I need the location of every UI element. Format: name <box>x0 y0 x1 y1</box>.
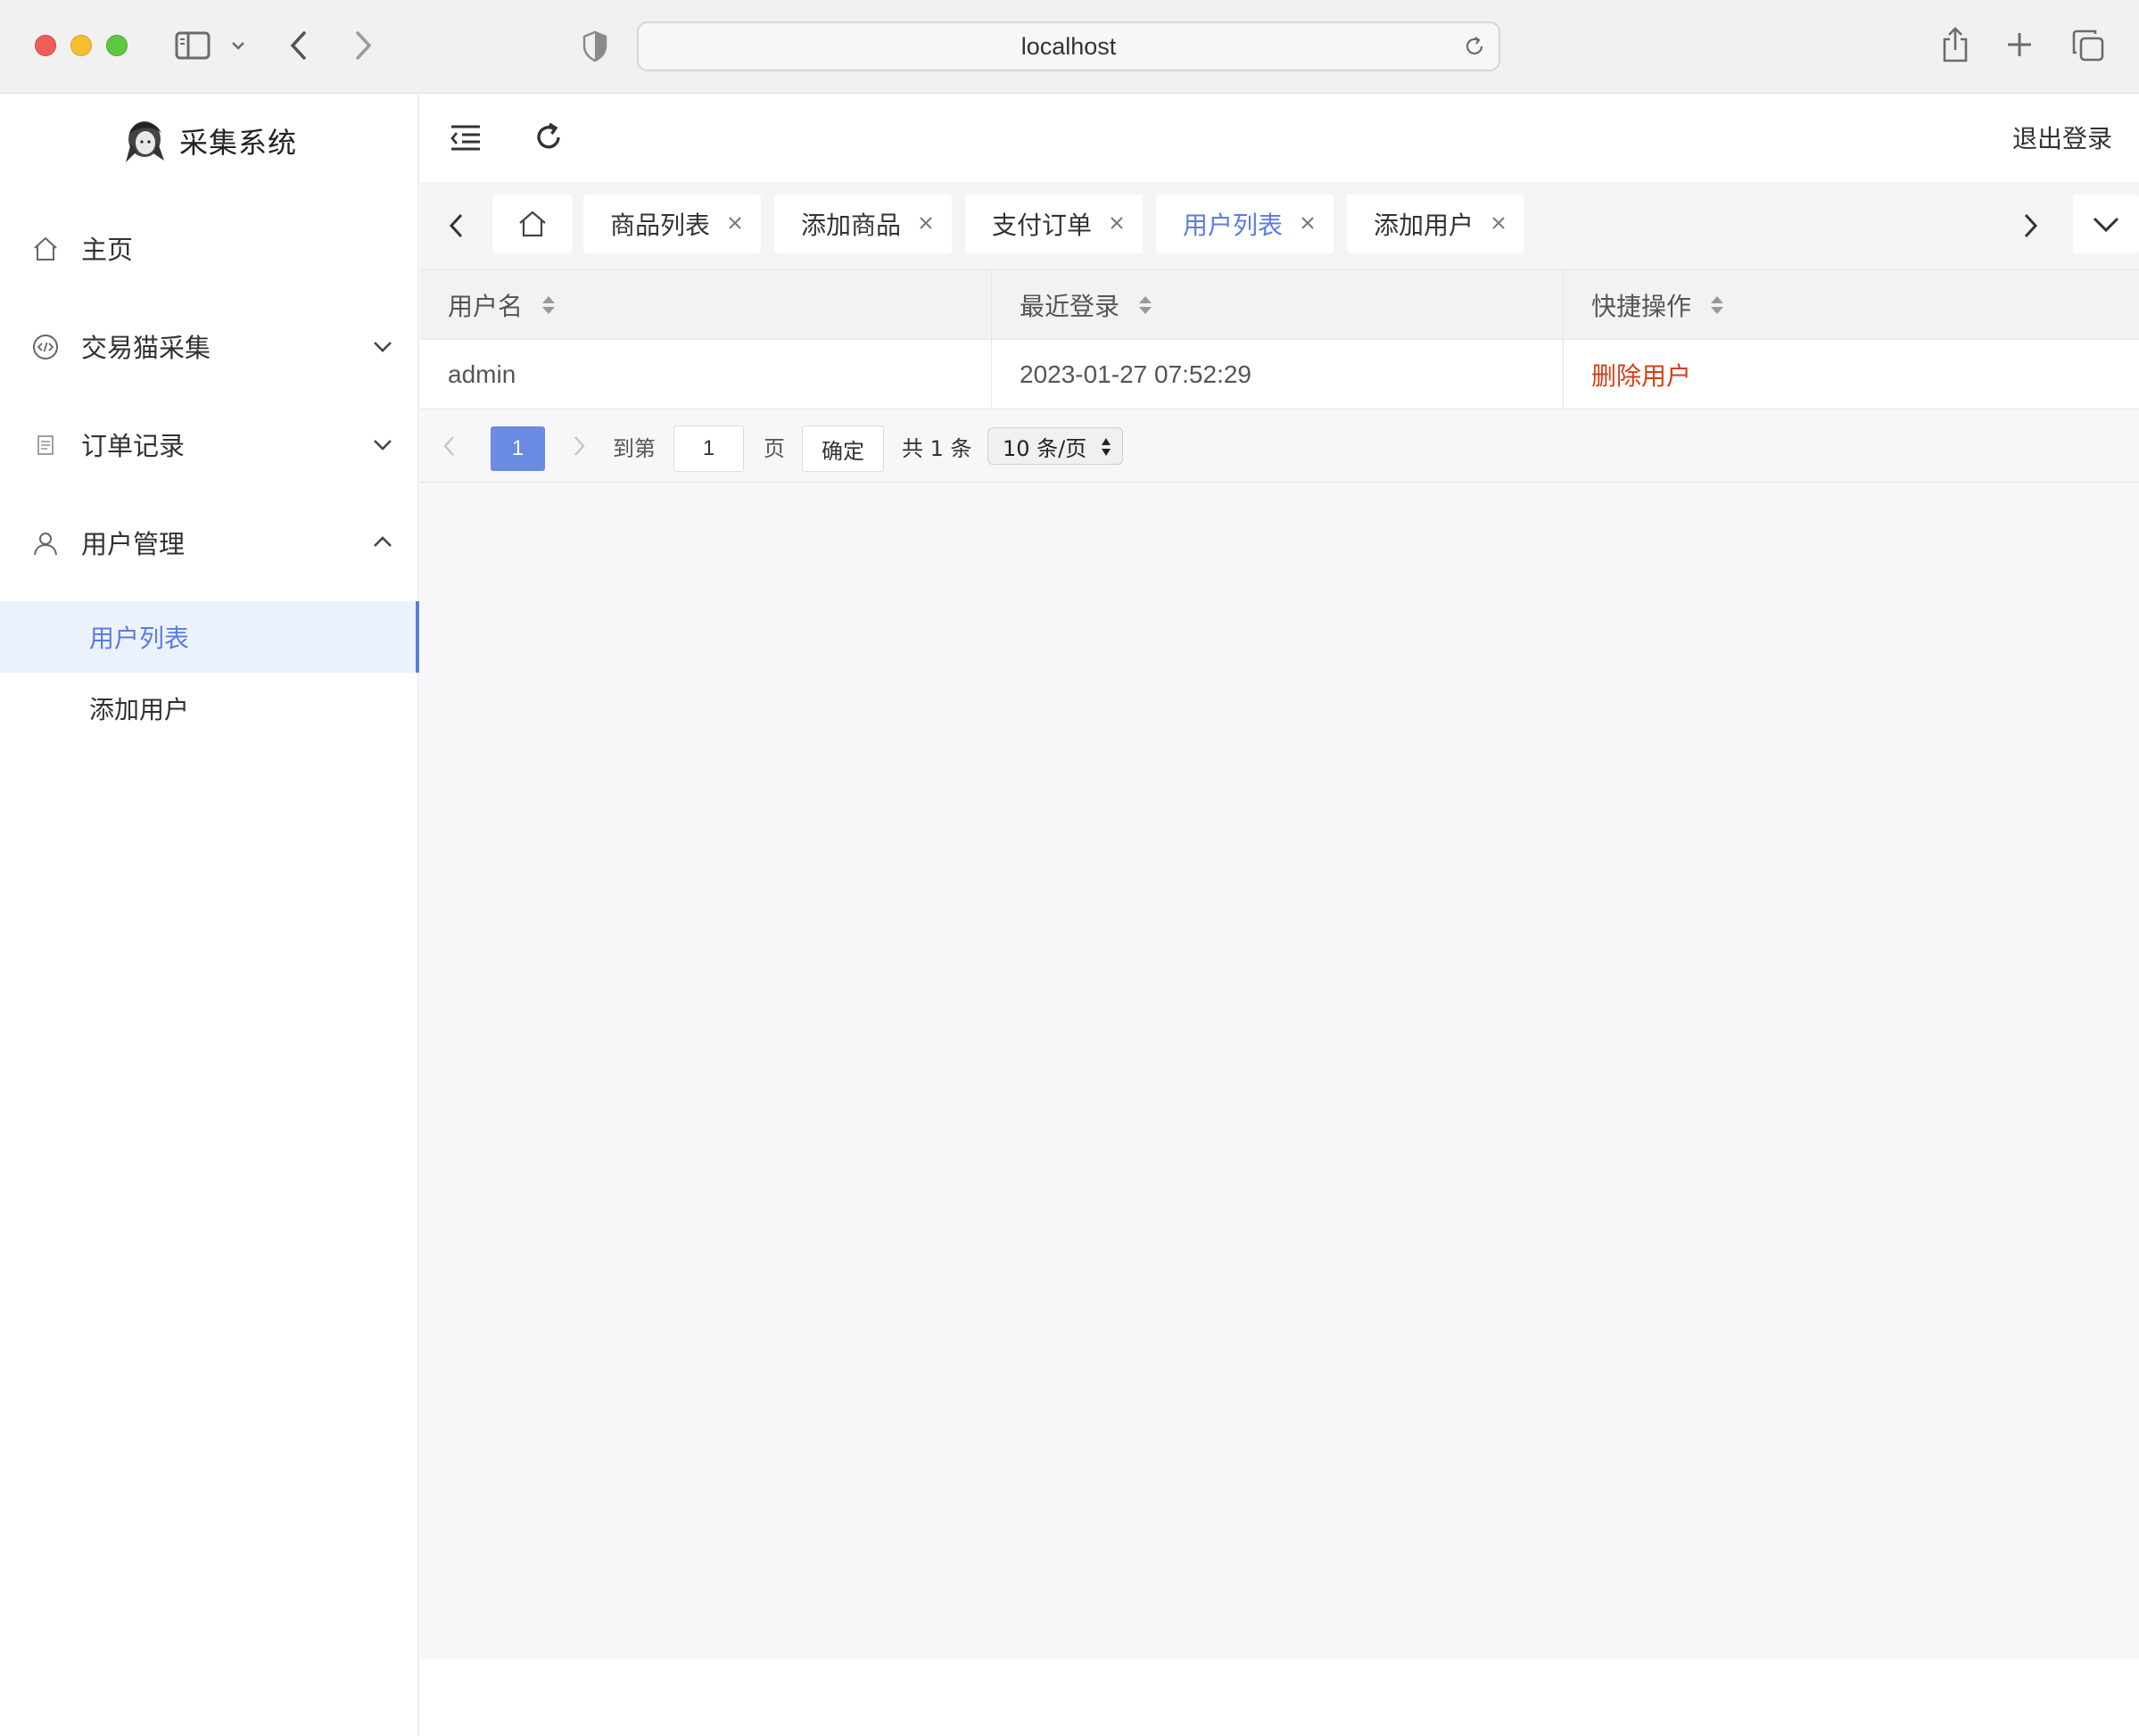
next-page-icon[interactable] <box>567 433 590 459</box>
close-window-button[interactable] <box>35 35 56 56</box>
address-bar[interactable]: localhost <box>637 21 1500 71</box>
close-icon[interactable] <box>727 215 743 231</box>
tab-label: 添加商品 <box>801 211 902 240</box>
logout-link[interactable]: 退出登录 <box>2012 120 2112 155</box>
prev-page-icon[interactable] <box>438 433 461 459</box>
cell-actions: 删除用户 <box>1564 340 2139 409</box>
column-header-label: 用户名 <box>448 291 524 321</box>
goto-page-input[interactable] <box>673 426 744 472</box>
document-icon <box>37 435 54 455</box>
close-icon[interactable] <box>1491 215 1507 231</box>
close-icon[interactable] <box>918 215 934 231</box>
close-icon[interactable] <box>1109 215 1125 231</box>
page-size-value: 10 条/页 <box>1003 435 1087 461</box>
top-header: 退出登录 <box>420 95 2139 182</box>
brand-title: 采集系统 <box>178 126 297 160</box>
user-table: 用户名 最近登录 快捷操作 admin 2023-01-27 07:52:29 … <box>420 269 2139 409</box>
tab-payment-orders[interactable]: 支付订单 <box>965 194 1143 253</box>
chevron-down-icon <box>374 342 392 352</box>
tab-home[interactable] <box>492 194 573 253</box>
chevron-up-icon <box>374 536 392 547</box>
back-icon[interactable] <box>285 29 312 62</box>
column-header-username[interactable]: 用户名 <box>420 270 992 339</box>
sort-icon[interactable] <box>1137 293 1153 317</box>
forward-icon[interactable] <box>350 29 376 62</box>
tab-label: 用户列表 <box>1183 211 1284 240</box>
tab-user-list[interactable]: 用户列表 <box>1156 194 1334 253</box>
last-login-value: 2023-01-27 07:52:29 <box>1020 360 1251 388</box>
collapse-menu-icon[interactable] <box>448 120 483 155</box>
page-unit-label: 页 <box>764 436 785 461</box>
share-icon[interactable] <box>1941 25 1970 64</box>
tab-add-user[interactable]: 添加用户 <box>1347 194 1524 253</box>
chevron-down-icon <box>2093 217 2119 233</box>
pagination: 1 到第 页 确定 共 1 条 10 条/页 <box>420 409 2139 483</box>
sidebar-item-user-management[interactable]: 用户管理 <box>0 507 419 578</box>
sidebar-item-add-user[interactable]: 添加用户 <box>0 673 419 744</box>
main-content: 用户名 最近登录 快捷操作 admin 2023-01-27 07:52:29 … <box>420 269 2139 1659</box>
table-header: 用户名 最近登录 快捷操作 <box>420 270 2139 340</box>
sidebar-toggle-icon[interactable] <box>175 30 211 61</box>
sidebar-item-label: 主页 <box>81 235 134 265</box>
close-icon[interactable] <box>1300 215 1316 231</box>
browser-toolbar: localhost <box>0 0 2139 94</box>
zoom-window-button[interactable] <box>106 35 128 56</box>
minimize-window-button[interactable] <box>70 35 92 56</box>
sidebar-subitem-label: 用户列表 <box>89 624 190 653</box>
column-header-last-login[interactable]: 最近登录 <box>992 270 1564 339</box>
sidebar-item-label: 交易猫采集 <box>81 333 211 363</box>
chevron-down-icon <box>374 440 392 451</box>
cell-username: admin <box>420 340 992 409</box>
chevron-down-icon[interactable] <box>230 37 246 54</box>
sidebar-subitem-label: 添加用户 <box>89 695 190 724</box>
brand: 采集系统 <box>0 95 419 187</box>
sidebar-item-label: 用户管理 <box>81 529 186 559</box>
tab-add-product[interactable]: 添加商品 <box>774 194 952 253</box>
code-icon <box>33 335 58 360</box>
tabs-bar: 商品列表 添加商品 支付订单 用户列表 添加用户 <box>420 182 2139 269</box>
sort-icon[interactable] <box>1709 293 1725 317</box>
total-count: 共 1 条 <box>902 436 972 461</box>
sidebar-item-home[interactable]: 主页 <box>0 212 419 284</box>
refresh-icon[interactable] <box>531 120 566 155</box>
home-icon <box>519 211 546 237</box>
select-arrows-icon <box>1102 438 1111 456</box>
avatar-logo-icon <box>125 121 164 162</box>
shield-icon[interactable] <box>582 30 608 62</box>
tabs-dropdown-button[interactable] <box>2073 194 2139 253</box>
footer-strip <box>420 1659 2139 1736</box>
column-header-label: 最近登录 <box>1020 291 1120 321</box>
tabs-scroll-left-icon[interactable] <box>442 207 472 244</box>
sidebar-item-user-list[interactable]: 用户列表 <box>0 601 419 673</box>
tab-label: 添加用户 <box>1374 211 1474 240</box>
reload-page-icon[interactable] <box>1463 35 1486 62</box>
delete-user-link[interactable]: 删除用户 <box>1591 357 1691 393</box>
page-number-current[interactable]: 1 <box>491 426 545 471</box>
table-row: admin 2023-01-27 07:52:29 删除用户 <box>420 340 2139 409</box>
sidebar: 采集系统 主页 交易猫采集 订单记录 用户管理 用户列表 添加用户 <box>0 95 419 1736</box>
address-text: localhost <box>1020 32 1117 60</box>
username-value: admin <box>448 360 516 388</box>
sidebar-item-label: 订单记录 <box>81 431 186 461</box>
new-tab-icon[interactable] <box>2005 30 2034 59</box>
tab-label: 商品列表 <box>610 211 711 240</box>
tab-label: 支付订单 <box>992 211 1093 240</box>
tab-overview-icon[interactable] <box>2071 29 2105 62</box>
goto-label: 到第 <box>613 436 656 461</box>
page-size-select[interactable]: 10 条/页 <box>987 427 1123 465</box>
goto-confirm-button[interactable]: 确定 <box>802 426 884 472</box>
tabs-scroll-right-icon[interactable] <box>2015 207 2045 244</box>
sidebar-item-jiaoyimao[interactable]: 交易猫采集 <box>0 310 419 382</box>
cell-last-login: 2023-01-27 07:52:29 <box>992 340 1564 409</box>
home-icon <box>34 236 57 260</box>
column-header-actions[interactable]: 快捷操作 <box>1564 270 2139 339</box>
user-icon <box>34 533 57 556</box>
tab-product-list[interactable]: 商品列表 <box>583 194 761 253</box>
column-header-label: 快捷操作 <box>1591 291 1692 321</box>
sort-icon[interactable] <box>541 293 557 317</box>
sidebar-item-orders[interactable]: 订单记录 <box>0 409 419 480</box>
